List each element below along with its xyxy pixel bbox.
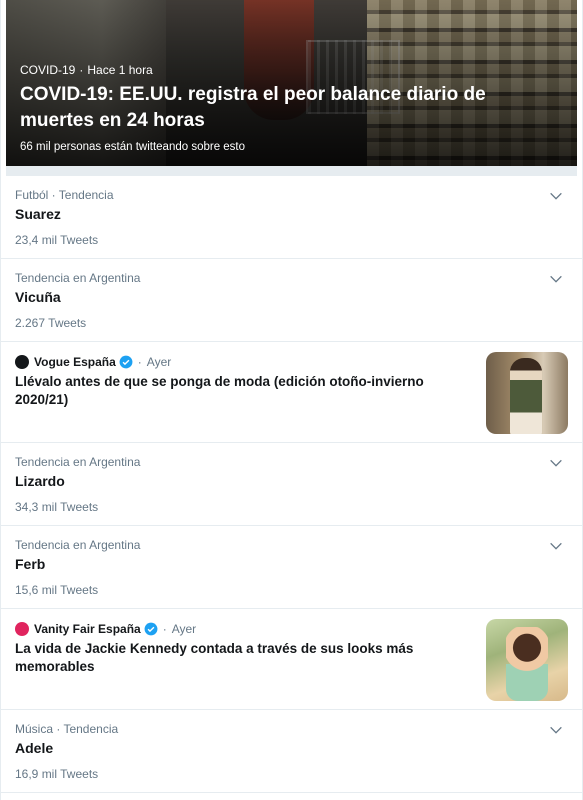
trend-name[interactable]: Ferb xyxy=(15,556,45,572)
story-time: Ayer xyxy=(171,622,197,636)
trend-name[interactable]: Suarez xyxy=(15,206,61,222)
source-name[interactable]: Vanity Fair España xyxy=(34,622,141,636)
trend-item[interactable]: Música · Tendencia Adele 16,9 mil Tweets xyxy=(1,710,582,793)
trend-count: 23,4 mil Tweets xyxy=(15,233,99,247)
story-source: Vanity Fair España · Ayer xyxy=(15,620,196,638)
story-headline[interactable]: Llévalo antes de que se ponga de moda (e… xyxy=(15,373,455,409)
verified-badge-icon xyxy=(119,355,133,369)
hero-time: Hace 1 hora xyxy=(87,63,153,77)
trend-name[interactable]: Vicuña xyxy=(15,289,61,305)
story-headline[interactable]: La vida de Jackie Kennedy contada a trav… xyxy=(15,640,455,676)
trend-item[interactable]: Tendencia en Argentina Lizardo 34,3 mil … xyxy=(1,443,582,526)
chevron-down-icon[interactable] xyxy=(548,538,564,554)
chevron-down-icon[interactable] xyxy=(548,722,564,738)
trend-name[interactable]: Lizardo xyxy=(15,473,65,489)
story-source: Vogue España · Ayer xyxy=(15,353,171,371)
hero-title[interactable]: COVID-19: EE.UU. registra el peor balanc… xyxy=(20,82,560,134)
hero-meta: COVID-19 · Hace 1 hora xyxy=(20,63,153,77)
trend-name[interactable]: Adele xyxy=(15,740,53,756)
chevron-down-icon[interactable] xyxy=(548,271,564,287)
trend-context: Tendencia en Argentina xyxy=(15,455,141,469)
explore-timeline: COVID-19 · Hace 1 hora COVID-19: EE.UU. re… xyxy=(0,0,583,800)
vogue-logo-icon xyxy=(15,355,29,369)
trend-count: 34,3 mil Tweets xyxy=(15,500,99,514)
trend-context: Tendencia en Argentina xyxy=(15,538,141,552)
chevron-down-icon[interactable] xyxy=(548,455,564,471)
chevron-down-icon[interactable] xyxy=(548,188,564,204)
trend-item[interactable]: Tendencia en Argentina Ferb 15,6 mil Twe… xyxy=(1,526,582,609)
trend-item[interactable]: Futból · Tendencia Suarez 23,4 mil Tweet… xyxy=(1,176,582,259)
hero-story[interactable]: COVID-19 · Hace 1 hora COVID-19: EE.UU. re… xyxy=(6,0,577,166)
hero-category: COVID-19 xyxy=(20,63,76,77)
trend-count: 15,6 mil Tweets xyxy=(15,583,99,597)
news-story[interactable]: Vogue España · Ayer Llévalo antes de que… xyxy=(1,342,582,443)
section-divider xyxy=(6,166,577,176)
trend-count: 2.267 Tweets xyxy=(15,316,87,330)
trend-count: 16,9 mil Tweets xyxy=(15,767,99,781)
verified-badge-icon xyxy=(144,622,158,636)
news-story[interactable]: Vanity Fair España · Ayer La vida de Jac… xyxy=(1,609,582,710)
vanity-fair-logo-icon xyxy=(15,622,29,636)
hero-subtitle: 66 mil personas están twitteando sobre e… xyxy=(20,141,246,153)
trend-context: Tendencia en Argentina xyxy=(15,271,141,285)
story-time: Ayer xyxy=(146,355,172,369)
trend-context: Música · Tendencia xyxy=(15,722,119,736)
story-thumbnail[interactable] xyxy=(486,619,568,701)
trend-context: Futból · Tendencia xyxy=(15,188,114,202)
trend-item[interactable]: Tendencia en Argentina Vicuña 2.267 Twee… xyxy=(1,259,582,342)
story-thumbnail[interactable] xyxy=(486,352,568,434)
source-name[interactable]: Vogue España xyxy=(34,355,116,369)
